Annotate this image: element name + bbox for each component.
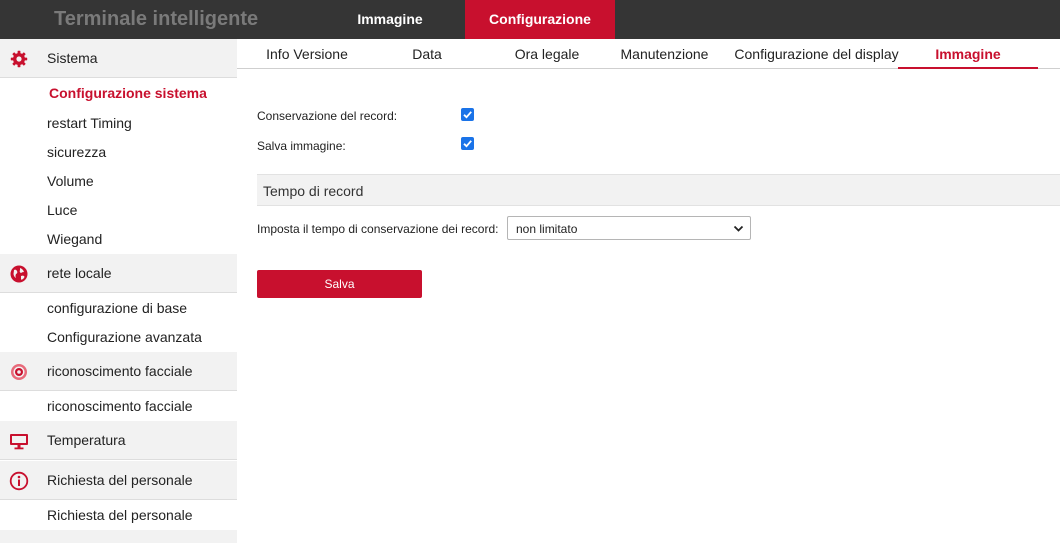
section-title: Tempo di record: [263, 183, 364, 199]
retention-time-select[interactable]: non limitato: [507, 216, 751, 240]
sidebar-item-volume[interactable]: Volume: [0, 167, 237, 196]
sidebar-section-label: Temperatura: [47, 432, 126, 448]
top-bar: Terminale intelligente Immagine Configur…: [0, 0, 1060, 39]
tab-manutenzione[interactable]: Manutenzione: [612, 39, 717, 69]
record-retention-label: Conservazione del record:: [257, 109, 398, 123]
sidebar-item-richiesta-del-personale[interactable]: Richiesta del personale: [0, 501, 237, 530]
retention-time-value: non limitato: [516, 222, 578, 236]
save-image-checkbox[interactable]: [461, 137, 474, 150]
sidebar-item-sicurezza[interactable]: sicurezza: [0, 138, 237, 167]
sidebar-section-label: Richiesta del personale: [47, 472, 193, 488]
sidebar-item-configurazione-di-base[interactable]: configurazione di base: [0, 294, 237, 323]
tab-configurazione-display[interactable]: Configurazione del display: [729, 39, 904, 69]
top-tab-immagine[interactable]: Immagine: [330, 0, 450, 39]
globe-icon: [9, 264, 29, 284]
sidebar-item-configurazione-avanzata[interactable]: Configurazione avanzata: [0, 323, 237, 352]
sidebar-section-sistema[interactable]: Sistema: [0, 39, 237, 78]
sidebar-item-riconoscimento-facciale[interactable]: riconoscimento facciale: [0, 392, 237, 421]
tab-ora-legale[interactable]: Ora legale: [492, 39, 602, 69]
sidebar-item-restart-timing[interactable]: restart Timing: [0, 109, 237, 138]
record-retention-checkbox[interactable]: [461, 108, 474, 121]
sidebar-section-rete-locale[interactable]: rete locale: [0, 254, 237, 293]
sidebar-section-label: rete locale: [47, 265, 112, 281]
content-tabs: Info Versione Data Ora legale Manutenzio…: [237, 39, 1060, 69]
save-button[interactable]: Salva: [257, 270, 422, 298]
save-image-label: Salva immagine:: [257, 139, 346, 153]
sidebar-section-riconoscimento-facciale[interactable]: riconoscimento facciale: [0, 352, 237, 391]
check-icon: [463, 111, 472, 119]
tab-info-versione[interactable]: Info Versione: [247, 39, 367, 69]
sidebar-section-label: Sistema: [47, 50, 98, 66]
gear-icon: [9, 49, 29, 69]
sidebar-item-configurazione-sistema[interactable]: Configurazione sistema: [0, 79, 237, 108]
top-tab-configurazione[interactable]: Configurazione: [465, 0, 615, 39]
info-icon: [9, 471, 29, 491]
target-icon: [9, 362, 29, 382]
sidebar-section-partial: [0, 530, 237, 543]
tab-immagine[interactable]: Immagine: [898, 39, 1038, 69]
sidebar-section-label: riconoscimento facciale: [47, 363, 193, 379]
sidebar-item-luce[interactable]: Luce: [0, 196, 237, 225]
sidebar: Sistema Configurazione sistema restart T…: [0, 39, 237, 543]
sidebar-item-wiegand[interactable]: Wiegand: [0, 225, 237, 254]
chevron-down-icon: [733, 225, 744, 232]
sidebar-section-richiesta-del-personale[interactable]: Richiesta del personale: [0, 461, 237, 500]
section-header-tempo-di-record: Tempo di record: [257, 174, 1060, 206]
tab-data[interactable]: Data: [387, 39, 467, 69]
sidebar-section-temperatura[interactable]: Temperatura: [0, 421, 237, 460]
monitor-icon: [9, 431, 29, 451]
check-icon: [463, 140, 472, 148]
app-title: Terminale intelligente: [54, 8, 259, 30]
retention-time-label: Imposta il tempo di conservazione dei re…: [257, 222, 499, 236]
